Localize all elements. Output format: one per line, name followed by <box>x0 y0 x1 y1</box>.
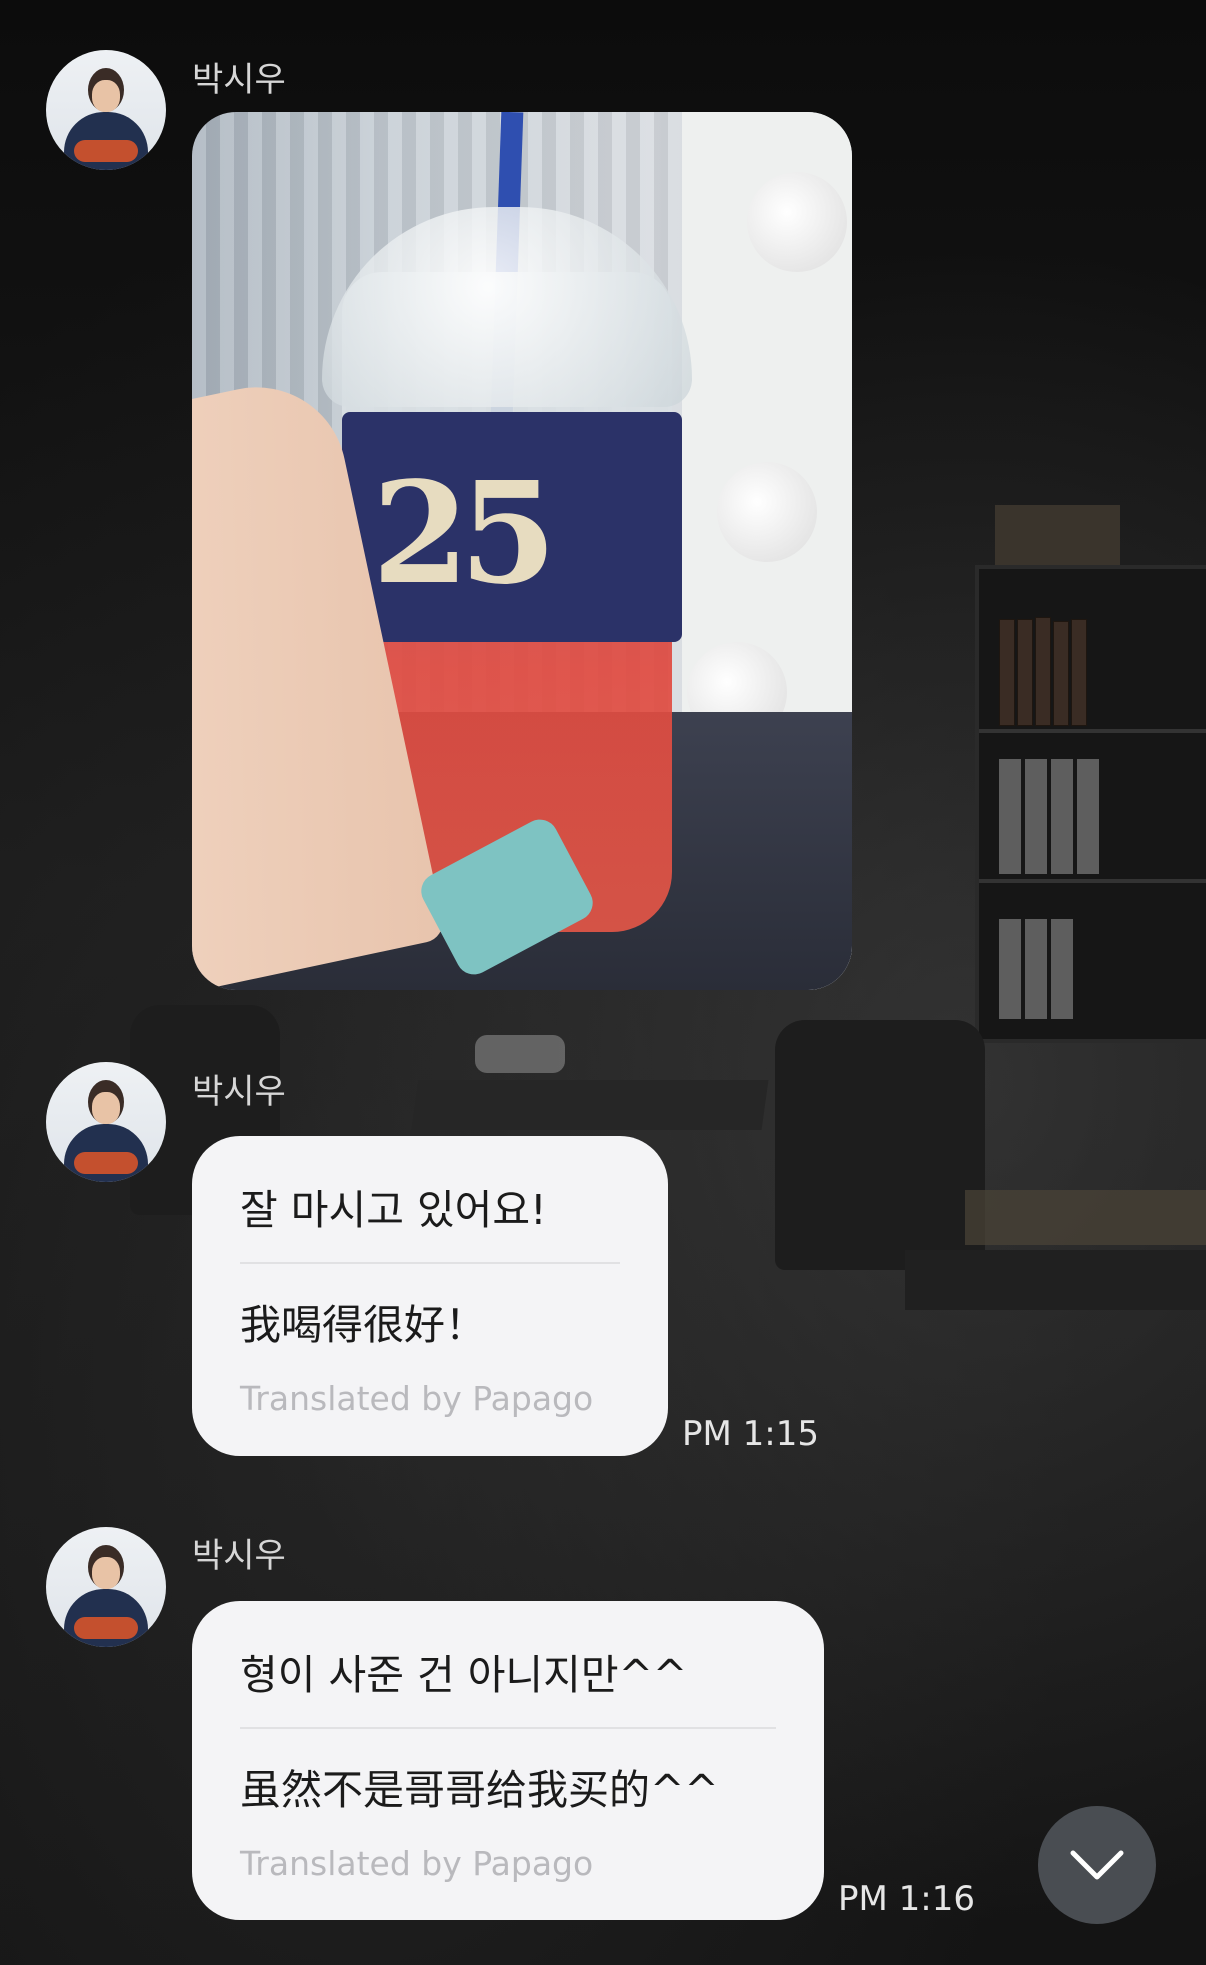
message-time: PM 1:15 <box>682 1414 819 1454</box>
sender-name: 박시우 <box>192 60 286 100</box>
translated-text: 虽然不是哥哥给我买的^^ <box>240 1766 719 1814</box>
chevron-down-icon <box>1070 1850 1124 1880</box>
translation-credit: Translated by Papago <box>240 1379 594 1418</box>
bubble-divider <box>240 1727 776 1729</box>
shared-photo[interactable]: 25 <box>192 112 852 990</box>
sender-name: 박시우 <box>192 1072 286 1112</box>
scroll-to-bottom-button[interactable] <box>1038 1806 1156 1924</box>
original-text: 잘 마시고 있어요! <box>240 1186 547 1234</box>
message-bubble[interactable]: 형이 사준 건 아니지만^^ 虽然不是哥哥给我买的^^ Translated b… <box>192 1601 824 1920</box>
translation-credit: Translated by Papago <box>240 1844 594 1883</box>
sender-avatar[interactable] <box>46 50 166 170</box>
translated-text: 我喝得很好！ <box>240 1301 486 1349</box>
bubble-divider <box>240 1262 620 1264</box>
sender-avatar[interactable] <box>46 1527 166 1647</box>
sender-avatar[interactable] <box>46 1062 166 1182</box>
sender-name: 박시우 <box>192 1536 286 1576</box>
background-bookshelf <box>975 565 1206 1043</box>
original-text: 형이 사준 건 아니지만^^ <box>240 1651 688 1699</box>
message-time: PM 1:16 <box>838 1879 975 1919</box>
message-bubble[interactable]: 잘 마시고 있어요! 我喝得很好！ Translated by Papago <box>192 1136 668 1456</box>
